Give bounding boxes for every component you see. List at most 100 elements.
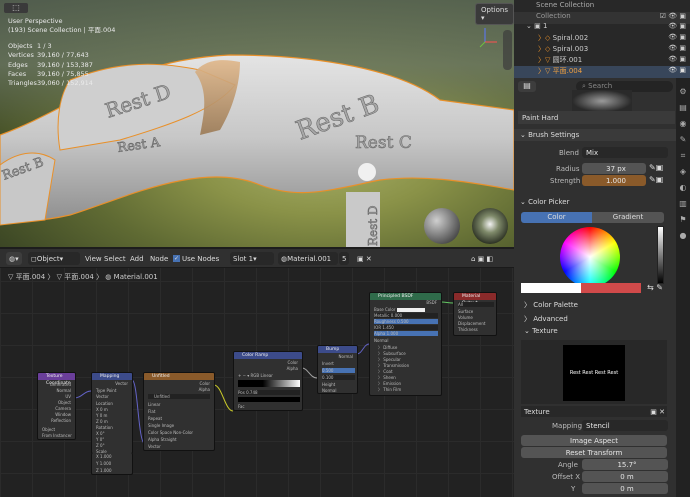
node-mapping-scale[interactable]: X 1.000 Y 1.000 Z 1.000 (91, 453, 133, 475)
brush-preview[interactable] (572, 90, 632, 112)
brush-settings-header[interactable]: ⌄ Brush Settings (514, 129, 676, 141)
node-mapping[interactable]: Mapping Vector Type Point Vector Locatio… (91, 372, 133, 454)
angle-field[interactable]: 15.7° (582, 459, 668, 470)
offset-x-field[interactable]: 0 m (582, 471, 668, 482)
tab-color[interactable]: Color (521, 212, 592, 223)
visibility-icons[interactable]: 👁 ▣ (668, 44, 686, 52)
3d-viewport[interactable]: Rest D Rest A Rest B Rest C Rest B Rest … (0, 0, 514, 247)
extension-select[interactable]: Repeat (148, 416, 162, 421)
material-users[interactable]: 5 (339, 252, 350, 265)
properties-editor-icon[interactable]: ▤ (518, 81, 536, 92)
scale-x[interactable]: X 1.000 (96, 454, 111, 459)
advanced-panel[interactable]: 〉 Advanced (524, 314, 568, 324)
color-palette-panel[interactable]: 〉 Color Palette (524, 300, 578, 310)
rotation-x[interactable]: X 0° (96, 431, 105, 436)
offset-y-field[interactable]: 0 m (582, 483, 668, 494)
reset-transform-button[interactable]: Reset Transform (521, 447, 667, 458)
node-image-texture[interactable]: Unfitled Color Alpha Unfitled Linear Fla… (143, 372, 215, 451)
outliner-scene-collection[interactable]: Scene Collection (514, 1, 690, 13)
strength-pressure-icon[interactable]: ✎▣ (649, 175, 663, 184)
outliner-row-torus001[interactable]: 〉▽ 圆环.001 👁 ▣ (514, 55, 690, 67)
field-value: Straight (160, 437, 177, 442)
outliner-row-plane004[interactable]: 〉▽ 平面.004 👁 ▣ (514, 66, 690, 78)
visibility-icons[interactable]: 👁 ▣ (668, 66, 686, 74)
image-aspect-button[interactable]: Image Aspect (521, 435, 667, 446)
editor-type-icon[interactable]: ⬚ (4, 3, 28, 13)
ramp-gradient[interactable] (238, 380, 300, 387)
field-value: 0° (100, 431, 105, 436)
node-color-ramp[interactable]: Color Ramp Color Alpha + − ▾ RGB Linear … (233, 351, 303, 411)
collection-visibility-icons[interactable]: ☑ 👁 ▣ (660, 12, 686, 20)
use-nodes-toggle[interactable]: ✓ Use Nodes (170, 252, 222, 265)
texture-panel-header[interactable]: ⌄ Texture (524, 327, 558, 335)
color-wheel[interactable] (560, 227, 620, 287)
mapping-type[interactable]: Type Point (96, 388, 116, 393)
texture-preview[interactable]: Rest Rest Rest Rest (521, 340, 667, 404)
scale-z[interactable]: Z 1.000 (96, 468, 111, 473)
material-actions[interactable]: ▣ ✕ (354, 252, 375, 265)
brush-name[interactable]: Paint Hard (518, 111, 675, 124)
visibility-icons[interactable]: 👁 ▣ (668, 55, 686, 63)
menu-add[interactable]: Add (127, 252, 147, 265)
rotation-y[interactable]: Y 0° (96, 437, 104, 442)
menu-select[interactable]: Select (101, 252, 129, 265)
colorspace-select[interactable]: Color Space Non-Color (148, 430, 193, 435)
ior-field[interactable]: IOR 1.450 (374, 325, 438, 330)
interpolation-select[interactable]: Linear (148, 402, 160, 407)
swap-colors-icon[interactable]: ⇆ ✎ (647, 283, 663, 292)
ramp-color-swatch[interactable] (238, 397, 300, 402)
outliner-row-spiral002[interactable]: 〉◇ Spiral.002 👁 ▣ (514, 33, 690, 45)
ramp-controls[interactable]: + − ▾ RGB Linear (238, 373, 300, 378)
ramp-position[interactable]: Pos 0.748 (238, 390, 300, 395)
node-texture-coordinate[interactable]: Texture Coordinate Generated Normal UV O… (37, 372, 76, 440)
scale-y[interactable]: Y 1.000 (96, 461, 111, 466)
blend-select[interactable]: Mix (582, 147, 668, 158)
projection-select[interactable]: Flat (148, 409, 155, 414)
color-picker-header[interactable]: ⌄ Color Picker (514, 196, 676, 208)
strength-slider[interactable]: 1.000 (582, 175, 646, 186)
panel-thin-film[interactable]: 〉 Thin Film (378, 387, 401, 393)
texture-selector[interactable]: Texture ▣ ✕ (521, 406, 667, 417)
alpha-select[interactable]: Alpha Straight (148, 437, 177, 442)
menu-node[interactable]: Node (147, 252, 171, 265)
location-y[interactable]: Y 0 m (96, 413, 107, 418)
tab-gradient[interactable]: Gradient (592, 212, 664, 223)
node-bump[interactable]: Bump Normal Invert 0.500 0.100 Height No… (317, 345, 358, 394)
editor-type-icon[interactable]: ◍▾ (6, 252, 22, 265)
object-type-select[interactable]: ◻ Object ▾ (28, 252, 80, 265)
texture-icons[interactable]: ▣ ✕ (650, 408, 665, 416)
header-tool-icons[interactable]: ⌂ ▣ ◧ (468, 252, 496, 265)
location-x[interactable]: X 0 m (96, 407, 108, 412)
node-material-output[interactable]: Material Output All Surface Volume Displ… (453, 292, 497, 336)
value-slider[interactable] (657, 226, 664, 284)
source-select[interactable]: Single Image (148, 423, 174, 428)
properties-tab-icons[interactable]: ⚙ ▤ ◉ ✎ ⌗ ◈ ◐ ▥ ⚑ ● (678, 84, 688, 244)
visibility-icons[interactable]: 👁 ▣ (668, 22, 686, 30)
invert-checkbox[interactable]: Invert (322, 361, 334, 366)
visibility-icons[interactable]: 👁 ▣ (668, 33, 686, 41)
alpha-field[interactable]: Alpha 1.000 (374, 331, 438, 336)
options-dropdown[interactable]: Options ▾ (475, 3, 514, 25)
radius-field[interactable]: 37 px (582, 163, 646, 174)
rotation-z[interactable]: Z 0° (96, 443, 105, 448)
color-swatch-primary[interactable] (581, 283, 641, 293)
metallic-field[interactable]: Metallic 0.000 (374, 313, 438, 318)
object-field-label[interactable]: Object (42, 427, 55, 432)
roughness-field[interactable]: Roughness 0.500 (374, 319, 438, 324)
outliner-row-1[interactable]: ⌄ ▣ 1 👁 ▣ (514, 22, 690, 34)
base-color-field[interactable]: Base Color (374, 307, 425, 312)
slot-select[interactable]: Slot 1 ▾ (230, 252, 274, 265)
mapping-select[interactable]: Stencil (582, 420, 668, 431)
node-principled-bsdf[interactable]: Principled BSDF BSDF Base Color Metallic… (369, 292, 442, 396)
location-z[interactable]: Z 0 m (96, 419, 108, 424)
color-swatch-secondary[interactable] (521, 283, 581, 293)
strength-field[interactable]: 0.500 (322, 368, 355, 373)
radius-pressure-icon[interactable]: ✎▣ (649, 163, 663, 172)
target-select[interactable]: All (458, 302, 494, 307)
outliner-row-spiral003[interactable]: 〉◇ Spiral.003 👁 ▣ (514, 44, 690, 56)
distance-field[interactable]: 0.100 (322, 375, 355, 380)
viewport-nav-gizmo[interactable] (503, 30, 512, 70)
from-instancer-checkbox[interactable]: From Instancer (42, 433, 72, 438)
image-select[interactable]: Unfitled (148, 394, 210, 399)
material-select[interactable]: ◍ Material.001 (278, 252, 338, 265)
